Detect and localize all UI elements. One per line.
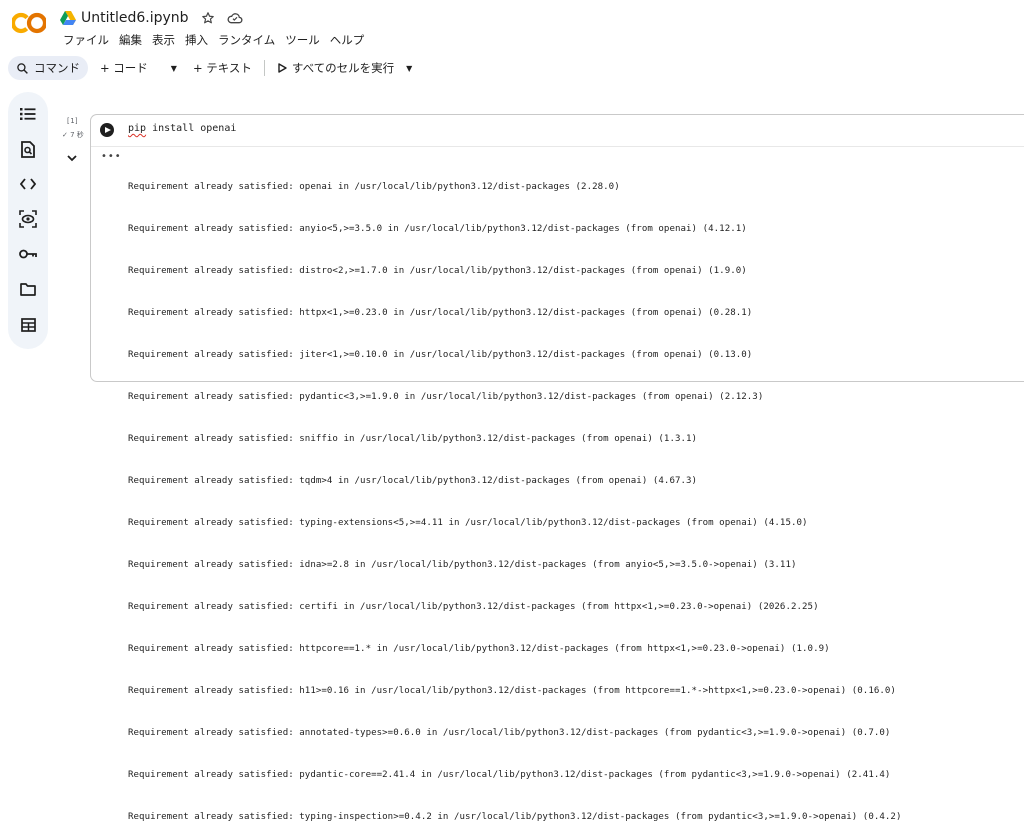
execution-time: ✓ 7 秒	[62, 131, 84, 139]
execution-count: [1]	[66, 117, 79, 125]
menu-file[interactable]: ファイル	[58, 31, 114, 49]
left-sidebar	[8, 92, 48, 349]
star-icon[interactable]	[200, 10, 216, 26]
search-icon	[17, 62, 28, 74]
output-line: Requirement already satisfied: jiter<1,>…	[128, 350, 753, 360]
command-search-button[interactable]: コマンド	[8, 56, 88, 80]
menu-bar: ファイル 編集 表示 挿入 ランタイム ツール ヘルプ	[58, 31, 369, 49]
menu-runtime[interactable]: ランタイム	[213, 31, 280, 49]
code-editor[interactable]: pip install openai	[128, 123, 236, 134]
code-snippets-icon[interactable]	[18, 174, 38, 194]
menu-help[interactable]: ヘルプ	[325, 31, 370, 49]
toolbar-divider	[263, 60, 265, 76]
output-line: Requirement already satisfied: sniffio i…	[128, 434, 698, 444]
add-code-button[interactable]: + コード	[94, 56, 154, 80]
variables-icon[interactable]	[18, 209, 38, 229]
run-all-button[interactable]: すべてのセルを実行	[271, 56, 400, 80]
run-cell-button[interactable]	[100, 123, 114, 137]
notebook-toolbar: コマンド + コード ▼ + テキスト すべてのセルを実行 ▼	[8, 55, 1024, 81]
collapse-output-chevron-icon[interactable]	[66, 153, 78, 163]
top-bar: Untitled6.ipynb ファイル 編集 表示 挿入 ランタイム ツール …	[0, 0, 1024, 52]
output-line: Requirement already satisfied: httpx<1,>…	[128, 308, 753, 318]
colab-logo[interactable]	[12, 10, 46, 36]
output-line: Requirement already satisfied: h11>=0.16…	[128, 686, 896, 696]
title-row: Untitled6.ipynb	[60, 7, 243, 29]
output-line: Requirement already satisfied: typing-in…	[128, 812, 902, 822]
menu-tools[interactable]: ツール	[280, 31, 325, 49]
output-actions-icon[interactable]: •••	[101, 151, 122, 162]
menu-view[interactable]: 表示	[147, 31, 180, 49]
output-line: Requirement already satisfied: distro<2,…	[128, 266, 747, 276]
output-line: Requirement already satisfied: idna>=2.8…	[128, 560, 797, 570]
cell-output-divider	[91, 146, 1024, 147]
menu-edit[interactable]: 編集	[114, 31, 147, 49]
run-all-label: すべてのセルを実行	[291, 61, 395, 75]
secrets-key-icon[interactable]	[18, 244, 38, 264]
output-line: Requirement already satisfied: pydantic-…	[128, 770, 891, 780]
play-icon	[278, 63, 287, 73]
output-line: Requirement already satisfied: pydantic<…	[128, 392, 764, 402]
table-of-contents-icon[interactable]	[18, 104, 38, 124]
command-search-label: コマンド	[34, 61, 80, 75]
cloud-saved-icon[interactable]	[227, 10, 243, 26]
files-folder-icon[interactable]	[18, 279, 38, 299]
notebook-title[interactable]: Untitled6.ipynb	[81, 10, 189, 26]
menu-insert[interactable]: 挿入	[180, 31, 213, 49]
add-text-label: + テキスト	[192, 61, 252, 75]
output-line: Requirement already satisfied: typing-ex…	[128, 518, 808, 528]
output-line: Requirement already satisfied: annotated…	[128, 728, 891, 738]
output-line: Requirement already satisfied: certifi i…	[128, 602, 819, 612]
execution-time-value: 7 秒	[70, 131, 84, 139]
data-table-icon[interactable]	[18, 315, 38, 335]
run-all-dropdown-icon[interactable]: ▼	[400, 56, 418, 80]
add-code-dropdown-icon[interactable]: ▼	[165, 56, 183, 80]
code-text: install openai	[146, 123, 237, 134]
output-line: Requirement already satisfied: httpcore=…	[128, 644, 830, 654]
output-line: Requirement already satisfied: tqdm>4 in…	[128, 476, 698, 486]
add-code-label: + コード	[100, 61, 148, 75]
google-drive-icon	[60, 11, 76, 25]
code-keyword-pip: pip	[128, 123, 147, 134]
find-replace-icon[interactable]	[18, 139, 38, 159]
output-line: Requirement already satisfied: openai in…	[128, 182, 620, 192]
output-line: Requirement already satisfied: anyio<5,>…	[128, 224, 747, 234]
add-text-button[interactable]: + テキスト	[187, 56, 258, 80]
cell-output: Requirement already satisfied: openai in…	[128, 152, 901, 838]
